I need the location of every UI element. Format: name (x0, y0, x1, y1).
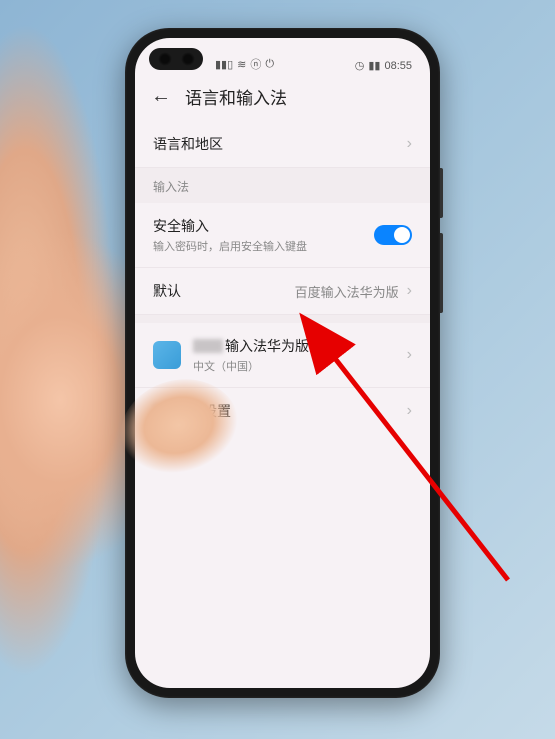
default-ime-value: 百度输入法华为版 (295, 282, 399, 301)
ime-app-icon (153, 341, 181, 369)
nfc-icon: ⓝ (250, 56, 261, 72)
secure-input-toggle[interactable] (374, 225, 412, 245)
battery-icon: ▮▮ (368, 59, 380, 72)
chevron-right-icon: › (407, 402, 412, 420)
signal-icon: ▮▮▯ (215, 58, 233, 71)
row-label: 语言和地区 (153, 134, 223, 154)
ime-title: 输入法华为版 (193, 336, 395, 356)
secure-input-title: 安全输入 (153, 216, 307, 236)
wifi-icon: ≋ (237, 58, 246, 71)
row-language-region[interactable]: 语言和地区 › (135, 121, 430, 168)
phone-frame: ▮▮▯ ≋ ⓝ ⏻ ◷ ▮▮ 08:55 ← 语言和输入法 语言和地区 › 输入… (125, 28, 440, 698)
row-more-ime-settings[interactable]: 入法设置 › (135, 388, 430, 434)
phone-power-button (440, 168, 443, 218)
chevron-right-icon: › (407, 346, 412, 364)
power-icon: ⏻ (265, 58, 274, 71)
section-input-method: 输入法 (135, 168, 430, 203)
blurred-text (153, 404, 173, 418)
page-header: ← 语言和输入法 (135, 74, 430, 121)
status-time: 08:55 (384, 60, 412, 72)
page-title: 语言和输入法 (185, 84, 287, 109)
row-ime-huawei[interactable]: 输入法华为版 中文（中国） › (135, 323, 430, 388)
back-icon[interactable]: ← (151, 85, 171, 108)
chevron-right-icon: › (407, 282, 412, 300)
blurred-text (193, 339, 223, 353)
chevron-right-icon: › (407, 135, 412, 153)
camera-cutout (149, 48, 203, 70)
misc-icon: ◷ (355, 59, 365, 72)
more-settings-label: 入法设置 (153, 401, 231, 421)
phone-volume-button (440, 233, 443, 313)
row-secure-input[interactable]: 安全输入 输入密码时，启用安全输入键盘 (135, 203, 430, 268)
phone-screen: ▮▮▯ ≋ ⓝ ⏻ ◷ ▮▮ 08:55 ← 语言和输入法 语言和地区 › 输入… (135, 38, 430, 688)
row-default-ime[interactable]: 默认 百度输入法华为版 › (135, 268, 430, 315)
ime-subtitle: 中文（中国） (193, 358, 395, 374)
default-label: 默认 (153, 281, 181, 301)
secure-input-subtitle: 输入密码时，启用安全输入键盘 (153, 238, 307, 254)
